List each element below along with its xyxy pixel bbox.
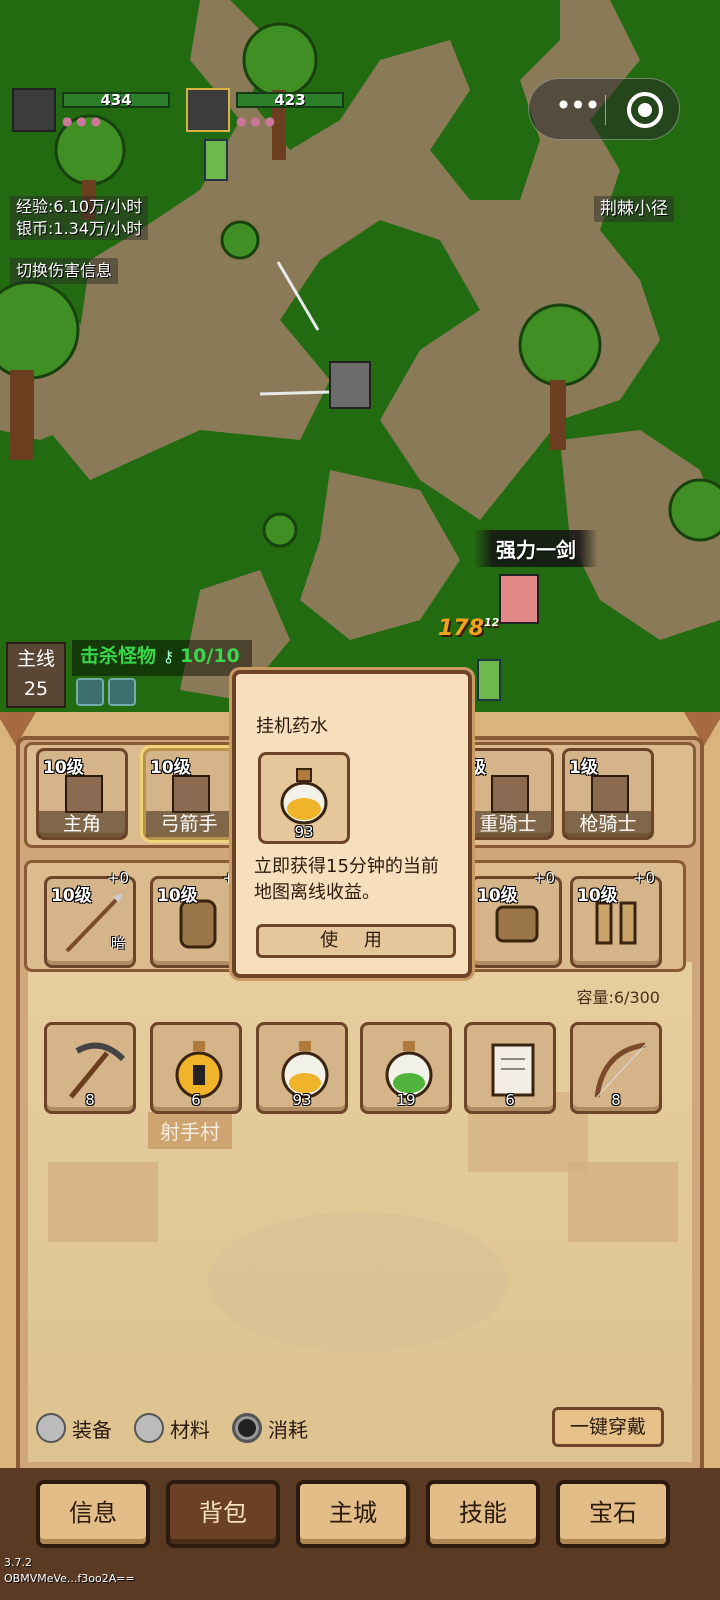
hero-name: 枪骑士 <box>565 811 651 837</box>
damage-sub: 12 <box>483 616 500 629</box>
main-quest-number: 25 <box>23 678 49 700</box>
inventory-item-count: 93 <box>292 1091 312 1109</box>
hero-avatar <box>491 775 529 813</box>
hero-slot[interactable]: 10级主角 <box>36 748 128 840</box>
player1-avatar <box>12 88 56 132</box>
player1-status: 434 ● ● ● <box>12 88 182 140</box>
version-number: 3.7.2 <box>4 1556 32 1569</box>
equipment-slot[interactable]: 10级 +0 <box>470 869 562 968</box>
player2-avatar <box>186 88 230 132</box>
inventory-item[interactable]: 93 <box>256 1022 348 1114</box>
player2-hp-value: 423 <box>274 91 306 109</box>
nav-info[interactable]: 信息 <box>36 1480 150 1548</box>
nav-skills[interactable]: 技能 <box>426 1480 540 1548</box>
popup-item-count: 93 <box>294 823 314 841</box>
hero-avatar <box>591 775 629 813</box>
nav-main-city[interactable]: 主城 <box>296 1480 410 1548</box>
hero-level: 10级 <box>150 758 191 778</box>
filter-equipment-label: 装备 <box>72 1417 112 1442</box>
filter-consumable-label: 消耗 <box>268 1417 308 1442</box>
main-quest-badge: 主线 25 <box>6 642 66 708</box>
equipment-enhance: +0 <box>532 869 555 887</box>
wear-all-button[interactable]: 一键穿戴 <box>552 1407 664 1447</box>
inventory-item[interactable]: 6 <box>150 1022 242 1114</box>
popup-item-icon: 93 <box>258 752 350 844</box>
inventory-item[interactable]: 8 <box>44 1022 136 1114</box>
main-quest[interactable]: 主线 25 击杀怪物 ⚷ 10/10 <box>6 640 252 710</box>
radio-equipment-icon[interactable] <box>36 1413 66 1443</box>
hero-level: 1级 <box>569 758 598 778</box>
bag-capacity: 容量:6/300 <box>576 988 660 1007</box>
filter-equipment[interactable]: 装备 <box>36 1413 112 1443</box>
silver-rate: 银币:1.34万/小时 <box>16 219 143 238</box>
reward-gem-icon <box>76 678 104 706</box>
version-hash: OBMVMeVe...f3oo2A== <box>4 1572 135 1585</box>
equipment-slot[interactable]: 10级 +0 暗 <box>44 869 136 968</box>
equipment-slot[interactable]: 10级 +0 <box>570 869 662 968</box>
equipment-slot[interactable]: 10级 + <box>150 869 242 968</box>
quest-task-progress: 10/10 <box>179 645 240 667</box>
inventory-item-count: 6 <box>505 1091 515 1109</box>
key-icon: ⚷ <box>162 647 180 666</box>
player1-buff-icons: ● ● ● <box>62 114 102 128</box>
player1-hp-value: 434 <box>100 91 132 109</box>
damage-number: 17812 <box>438 616 499 641</box>
exp-rate: 经验:6.10万/小时 <box>16 197 143 216</box>
capsule-divider <box>605 95 606 125</box>
hero-avatar <box>172 775 210 813</box>
equipment-level: 10级 <box>157 886 198 906</box>
popup-description: 立即获得15分钟的当前地图离线收益。 <box>254 856 439 903</box>
more-icon[interactable]: ••• <box>547 92 607 125</box>
player2-hp-bar: 423 <box>236 91 344 109</box>
equipment-level: 10级 <box>477 886 518 906</box>
radio-material-icon[interactable] <box>134 1413 164 1443</box>
reward-orb-icon <box>108 678 136 706</box>
filter-material[interactable]: 材料 <box>134 1413 210 1443</box>
damage-value: 178 <box>438 616 484 641</box>
hero-slot[interactable]: 级重骑士 <box>462 748 554 840</box>
main-quest-label: 主线 <box>16 648 55 670</box>
popup-title: 挂机药水 <box>256 716 328 737</box>
hero-level: 10级 <box>43 758 84 778</box>
nav-gems[interactable]: 宝石 <box>556 1480 670 1548</box>
use-button[interactable]: 使 用 <box>256 924 456 958</box>
player1-hp-bar: 434 <box>62 91 170 109</box>
mini-program-capsule: ••• <box>528 78 680 140</box>
skill-name-popup: 强力一剑 <box>474 530 598 567</box>
equipment-level: 10级 <box>51 886 92 906</box>
inventory-item-count: 8 <box>85 1091 95 1109</box>
game-map[interactable]: 434 ● ● ● 423 ● ● ● ••• 经验:6.10万/小时 银币:1… <box>0 0 720 720</box>
filter-consumable[interactable]: 消耗 <box>232 1413 308 1443</box>
map-name: 荆棘小径 <box>594 196 674 222</box>
player2-buff-icons: ● ● ● <box>236 114 276 128</box>
quest-rewards <box>76 678 140 710</box>
toggle-damage-info-button[interactable]: 切换伤害信息 <box>10 258 119 284</box>
nav-bag[interactable]: 背包 <box>166 1480 280 1548</box>
close-target-icon[interactable] <box>627 92 663 128</box>
player2-status: 423 ● ● ● <box>186 88 356 140</box>
inventory-item[interactable]: 6 <box>464 1022 556 1114</box>
inventory-item-count: 8 <box>611 1091 621 1109</box>
item-detail-popup: 挂机药水 93 立即获得15分钟的当前地图离线收益。 使 用 <box>232 670 472 978</box>
inventory-item-count: 6 <box>191 1091 201 1109</box>
hero-name: 弓箭手 <box>146 811 232 837</box>
inventory-item[interactable]: 19 <box>360 1022 452 1114</box>
equipment-enhance: +0 <box>632 869 655 887</box>
hero-avatar <box>65 775 103 813</box>
equipment-tag: 暗 <box>111 936 125 952</box>
hero-name: 重骑士 <box>465 811 551 837</box>
equipment-enhance: +0 <box>106 869 129 887</box>
hero-slot[interactable]: 1级枪骑士 <box>562 748 654 840</box>
quest-task: 击杀怪物 ⚷ 10/10 <box>72 640 252 676</box>
radio-consumable-icon[interactable] <box>232 1413 262 1443</box>
inventory-item[interactable]: 8 <box>570 1022 662 1114</box>
hero-name: 主角 <box>39 811 125 837</box>
equipment-level: 10级 <box>577 886 618 906</box>
income-stats: 经验:6.10万/小时 银币:1.34万/小时 <box>10 196 149 240</box>
hero-slot[interactable]: 10级弓箭手 <box>143 748 235 840</box>
inventory-item-count: 19 <box>396 1091 416 1109</box>
filter-material-label: 材料 <box>170 1417 210 1442</box>
quest-task-text: 击杀怪物 <box>80 645 157 667</box>
